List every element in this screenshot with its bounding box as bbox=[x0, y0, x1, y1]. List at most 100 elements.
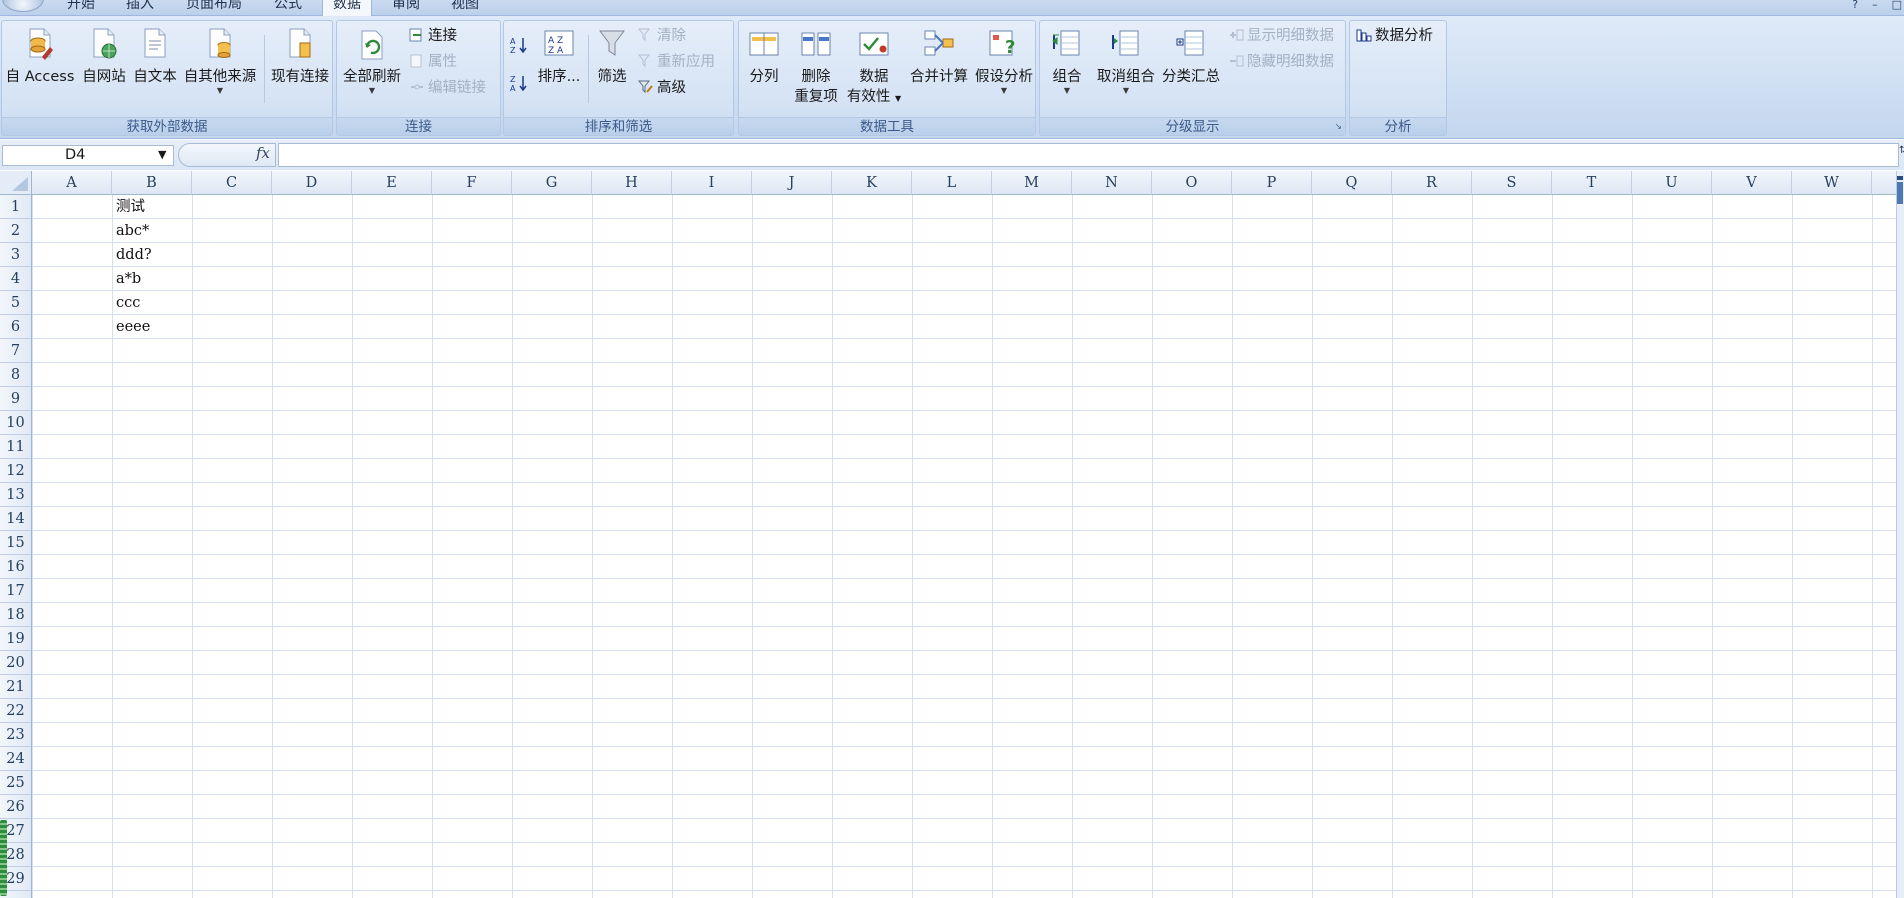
refresh-all-button[interactable]: 全部刷新 ▼ bbox=[340, 27, 404, 95]
cell-b3[interactable]: ddd? bbox=[116, 243, 152, 267]
edit-links-button[interactable]: 编辑链接 bbox=[409, 77, 486, 99]
column-header[interactable]: W bbox=[1792, 171, 1872, 195]
connections-button[interactable]: 连接 bbox=[409, 25, 457, 47]
column-header[interactable]: O bbox=[1152, 171, 1232, 195]
column-header[interactable]: I bbox=[672, 171, 752, 195]
consolidate-button[interactable]: 合并计算 bbox=[905, 27, 973, 87]
subtotal-button[interactable]: 分类汇总 bbox=[1159, 27, 1223, 87]
row-header[interactable]: 25 bbox=[0, 771, 31, 795]
text-to-columns-button[interactable]: 分列 bbox=[742, 27, 786, 87]
row-header[interactable]: 11 bbox=[0, 435, 31, 459]
row-header[interactable]: 3 bbox=[0, 243, 31, 267]
column-header[interactable]: K bbox=[832, 171, 912, 195]
from-web-button[interactable]: 自网站 bbox=[79, 27, 129, 87]
row-header[interactable]: 4 bbox=[0, 267, 31, 291]
column-header[interactable]: H bbox=[592, 171, 672, 195]
cell-grid[interactable] bbox=[32, 195, 1896, 898]
row-header[interactable]: 15 bbox=[0, 531, 31, 555]
column-header[interactable]: B bbox=[112, 171, 192, 195]
group-button[interactable]: 组合 ▼ bbox=[1046, 27, 1088, 95]
expand-formula-bar-icon[interactable]: ⇅ bbox=[1899, 145, 1904, 156]
row-header[interactable]: 14 bbox=[0, 507, 31, 531]
cell-b5[interactable]: ccc bbox=[116, 291, 140, 315]
column-header[interactable]: F bbox=[432, 171, 512, 195]
column-header[interactable]: L bbox=[912, 171, 992, 195]
insert-function-icon[interactable]: fx bbox=[256, 144, 270, 162]
formula-input[interactable] bbox=[278, 143, 1899, 167]
properties-button[interactable]: 属性 bbox=[409, 51, 457, 73]
column-header[interactable]: M bbox=[992, 171, 1072, 195]
row-header[interactable]: 24 bbox=[0, 747, 31, 771]
row-header[interactable]: 20 bbox=[0, 651, 31, 675]
column-header[interactable]: D bbox=[272, 171, 352, 195]
data-validation-button[interactable]: 数据 有效性 ▼ bbox=[845, 27, 903, 109]
scrollbar-thumb[interactable] bbox=[1897, 182, 1903, 204]
restore-icon[interactable]: □ bbox=[1892, 0, 1902, 16]
existing-connections-button[interactable]: 现有连接 bbox=[268, 27, 332, 87]
reapply-button[interactable]: 重新应用 bbox=[638, 51, 715, 73]
name-box[interactable]: D4 bbox=[2, 145, 174, 166]
column-header[interactable]: T bbox=[1552, 171, 1632, 195]
column-header[interactable]: J bbox=[752, 171, 832, 195]
row-header[interactable]: 18 bbox=[0, 603, 31, 627]
what-if-analysis-button[interactable]: ? 假设分析 ▼ bbox=[973, 27, 1035, 95]
minimize-icon[interactable]: – bbox=[1872, 0, 1878, 16]
row-header[interactable]: 13 bbox=[0, 483, 31, 507]
column-header[interactable]: G bbox=[512, 171, 592, 195]
from-other-sources-button[interactable]: 自其他来源 ▼ bbox=[180, 27, 260, 95]
tab-formulas[interactable]: 公式 bbox=[268, 0, 308, 16]
row-header[interactable]: 5 bbox=[0, 291, 31, 315]
tab-home[interactable]: 开始 bbox=[62, 0, 100, 16]
cell-b2[interactable]: abc* bbox=[116, 219, 149, 243]
data-analysis-button[interactable]: 数据分析 bbox=[1356, 25, 1433, 47]
column-header[interactable]: N bbox=[1072, 171, 1152, 195]
row-header[interactable]: 19 bbox=[0, 627, 31, 651]
column-header[interactable]: A bbox=[32, 171, 112, 195]
office-button[interactable] bbox=[2, 0, 44, 12]
column-header[interactable]: V bbox=[1712, 171, 1792, 195]
chevron-down-icon[interactable]: ▼ bbox=[158, 148, 166, 161]
dialog-launcher-icon[interactable]: ↘ bbox=[1334, 122, 1342, 132]
from-access-button[interactable]: 自 Access bbox=[5, 27, 75, 87]
filter-button[interactable]: 筛选 bbox=[592, 27, 632, 87]
row-header[interactable]: 2 bbox=[0, 219, 31, 243]
column-header[interactable]: S bbox=[1472, 171, 1552, 195]
tab-view[interactable]: 视图 bbox=[445, 0, 485, 16]
from-text-button[interactable]: 自文本 bbox=[130, 27, 180, 87]
split-handle[interactable] bbox=[1897, 176, 1903, 180]
row-header[interactable]: 26 bbox=[0, 795, 31, 819]
ungroup-button[interactable]: 取消组合 ▼ bbox=[1094, 27, 1158, 95]
column-header[interactable]: R bbox=[1392, 171, 1472, 195]
hide-detail-button[interactable]: 隐藏明细数据 bbox=[1228, 51, 1334, 73]
row-header[interactable]: 10 bbox=[0, 411, 31, 435]
column-header[interactable]: U bbox=[1632, 171, 1712, 195]
row-header[interactable]: 12 bbox=[0, 459, 31, 483]
sort-descending-button[interactable]: ZA bbox=[509, 73, 532, 95]
clear-filter-button[interactable]: 清除 bbox=[638, 25, 686, 47]
column-header[interactable]: E bbox=[352, 171, 432, 195]
row-header[interactable]: 9 bbox=[0, 387, 31, 411]
row-header[interactable]: 6 bbox=[0, 315, 31, 339]
select-all-button[interactable] bbox=[0, 171, 32, 195]
cell-b4[interactable]: a*b bbox=[116, 267, 141, 291]
column-header[interactable]: P bbox=[1232, 171, 1312, 195]
cell-b6[interactable]: eeee bbox=[116, 315, 150, 339]
help-icon[interactable]: ? bbox=[1852, 0, 1858, 16]
row-header[interactable]: 16 bbox=[0, 555, 31, 579]
row-header[interactable]: 1 bbox=[0, 195, 31, 219]
row-header[interactable]: 17 bbox=[0, 579, 31, 603]
show-detail-button[interactable]: 显示明细数据 bbox=[1228, 25, 1334, 47]
sort-ascending-button[interactable]: AZ bbox=[509, 35, 532, 57]
row-header[interactable]: 23 bbox=[0, 723, 31, 747]
sort-button[interactable]: A ZZ A 排序... bbox=[534, 27, 584, 87]
row-header[interactable]: 8 bbox=[0, 363, 31, 387]
row-header[interactable]: 22 bbox=[0, 699, 31, 723]
tab-insert[interactable]: 插入 bbox=[120, 0, 160, 16]
tab-review[interactable]: 审阅 bbox=[386, 0, 426, 16]
column-header[interactable]: Q bbox=[1312, 171, 1392, 195]
remove-duplicates-button[interactable]: 删除 重复项 bbox=[791, 27, 841, 107]
advanced-filter-button[interactable]: 高级 bbox=[638, 77, 686, 99]
tab-page-layout[interactable]: 页面布局 bbox=[180, 0, 248, 16]
column-header[interactable]: C bbox=[192, 171, 272, 195]
cell-b1[interactable]: 测试 bbox=[116, 195, 145, 219]
